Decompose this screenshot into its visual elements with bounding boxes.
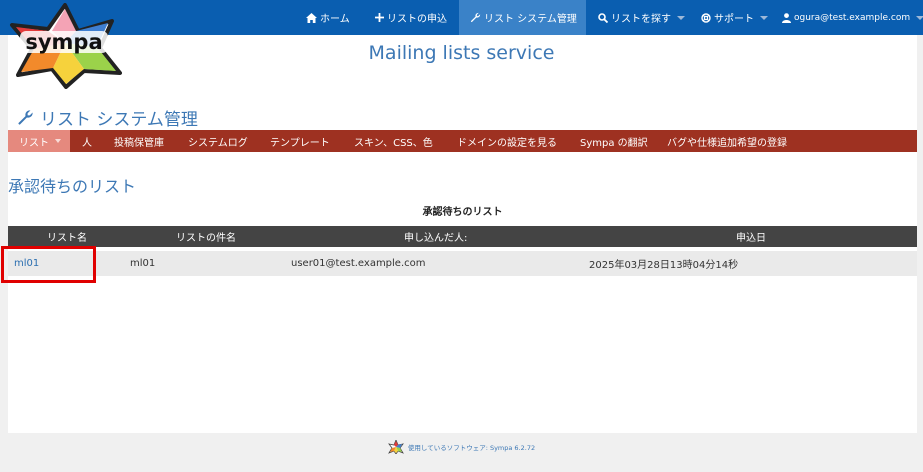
table-header: リスト名 リストの件名 申し込んだ人: 申込日 [8,226,917,247]
page: ホーム リストの申込 リスト システム管理 リストを探す サポート ogura@… [0,0,923,472]
highlight-box [1,246,96,283]
admin-menu-domain-settings[interactable]: ドメインの設定を見る [457,130,557,152]
admin-menu: リスト 人 投稿保管庫 システムログ テンプレート スキン、CSS、色 ドメイン… [8,130,917,152]
admin-title-label: リスト システム管理 [40,110,198,130]
admin-menu-templates-label: テンプレート [270,137,330,149]
support-icon [701,12,711,23]
table-caption: 承認待ちのリスト [422,207,503,218]
admin-menu-users-label: 人 [82,137,92,149]
nav-support[interactable]: サポート [701,0,768,35]
nav-find-list-label: リストを探す [611,14,671,25]
plus-icon [375,13,384,22]
user-icon [782,12,791,23]
nav-home[interactable]: ホーム [306,0,350,35]
sympa-small-logo-icon [387,440,404,454]
cell-date: 2025年03月28日13時04分14秒 [589,260,739,271]
nav-find-list[interactable]: リストを探す [598,0,685,35]
search-icon [598,12,608,23]
nav-list-admin-label: リスト システム管理 [484,14,577,25]
admin-menu-bug-report[interactable]: バグや仕様追加希望の登録 [667,130,787,152]
service-title: Mailing lists service [368,42,555,64]
admin-menu-skins[interactable]: スキン、CSS、色 [354,130,433,152]
nav-list-admin[interactable]: リスト システム管理 [459,0,586,35]
nav-user-label: ogura@test.example.com [794,12,911,23]
column-header-requester[interactable]: 申し込んだ人: [404,226,467,247]
admin-menu-templates[interactable]: テンプレート [270,130,330,152]
footer: 使用しているソフトウェア: Sympa 6.2.72 [0,433,923,461]
chevron-down-icon [677,15,685,20]
column-header-subject[interactable]: リストの件名 [176,226,236,247]
admin-menu-system-log[interactable]: システムログ [188,130,248,152]
top-navbar: ホーム リストの申込 リスト システム管理 リストを探す サポート ogura@… [0,0,923,35]
cell-subject: ml01 [130,258,156,269]
column-header-date[interactable]: 申込日 [736,226,766,247]
footer-software-link[interactable]: 使用しているソフトウェア: Sympa 6.2.72 [408,442,535,452]
admin-menu-users[interactable]: 人 [82,130,92,152]
wrench-icon [18,110,33,125]
admin-menu-bug-report-label: バグや仕様追加希望の登録 [667,137,787,149]
home-icon [306,12,317,23]
nav-support-label: サポート [714,14,754,25]
page-heading: 承認待ちのリスト [8,177,137,196]
nav-request-list-label: リストの申込 [387,14,447,25]
admin-menu-archives[interactable]: 投稿保管庫 [114,130,164,152]
admin-menu-translation[interactable]: Sympa の翻訳 [580,130,648,152]
nav-user[interactable]: ogura@test.example.com [782,0,923,35]
wrench-icon [470,12,481,23]
admin-menu-lists-label: リスト [19,137,49,149]
column-header-list-name[interactable]: リスト名 [47,226,87,247]
admin-menu-domain-settings-label: ドメインの設定を見る [457,137,557,149]
chevron-down-icon [55,139,61,143]
chevron-down-icon [760,15,768,20]
table-row: ml01 ml01 user01@test.example.com 2025年0… [8,251,917,276]
admin-title: リスト システム管理 [17,105,198,130]
admin-menu-archives-label: 投稿保管庫 [114,137,164,149]
admin-menu-translation-label: Sympa の翻訳 [580,137,648,149]
admin-menu-system-log-label: システムログ [188,137,248,149]
admin-menu-skins-label: スキン、CSS、色 [354,137,433,149]
admin-menu-lists[interactable]: リスト [8,130,70,152]
cell-requester: user01@test.example.com [291,258,426,269]
chevron-down-icon [916,15,923,20]
nav-home-label: ホーム [320,14,350,25]
nav-request-list[interactable]: リストの申込 [375,0,447,35]
